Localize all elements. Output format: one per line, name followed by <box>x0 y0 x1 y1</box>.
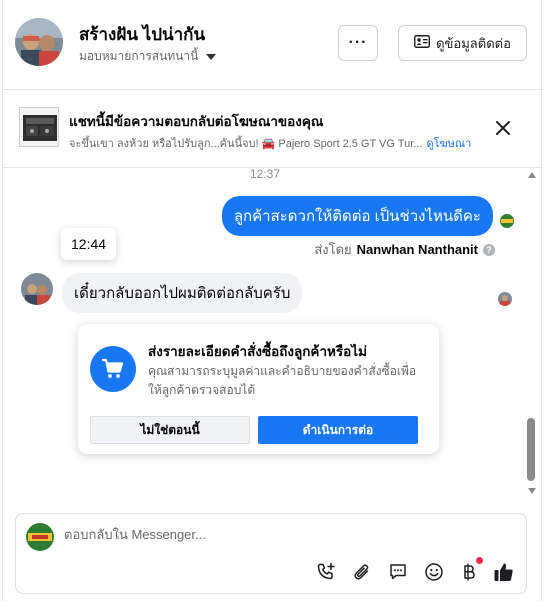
reply-input[interactable] <box>64 527 504 542</box>
view-contact-info-label: ดูข้อมูลติดต่อ <box>436 35 511 51</box>
scroll-thumb[interactable] <box>527 418 535 481</box>
saved-reply-icon[interactable] <box>387 561 409 583</box>
read-receipt-avatar <box>498 292 512 306</box>
sent-by-row: ส่งโดย Nanwhan Nanthanit ? <box>314 239 495 260</box>
cart-icon <box>90 346 136 392</box>
message-scrollbar[interactable] <box>525 168 539 500</box>
ad-banner-title: แชทนี้มีข้อความตอบกลับต่อโฆษณาของคุณ <box>69 114 324 129</box>
sender-avatar <box>500 214 514 228</box>
message-timestamp: 12:37 <box>249 167 281 181</box>
contact-avatar-small[interactable] <box>21 273 53 305</box>
notification-dot <box>476 557 483 564</box>
ad-thumbnail[interactable] <box>19 107 59 147</box>
message-list: 12:37 ลูกค้าสะดวกให้ติดต่อ เป็นช่วงไหนดี… <box>3 167 527 500</box>
ad-banner-subtitle-row: จะขึ้นเขา ลงห้วย หรือไปรับลูก...คันนี้จบ… <box>69 134 509 152</box>
view-contact-info-button[interactable]: ดูข้อมูลติดต่อ <box>398 25 527 61</box>
chevron-down-icon <box>206 53 217 60</box>
baht-icon[interactable] <box>458 561 480 583</box>
scroll-up-arrow-icon[interactable] <box>528 172 536 178</box>
view-ad-link[interactable]: ดูโฆษณา <box>426 134 471 152</box>
order-details-prompt-card: ส่งรายละเอียดคำสั่งซื้อถึงลูกค้าหรือไม่ … <box>78 324 439 454</box>
continue-button[interactable]: ดำเนินการต่อ <box>258 416 418 444</box>
scroll-down-arrow-icon[interactable] <box>528 488 536 494</box>
page-avatar <box>26 523 54 551</box>
time-tooltip: 12:44 <box>61 228 117 260</box>
assign-label: มอบหมายการสนทนานี้ <box>79 49 199 63</box>
thumbs-up-icon[interactable] <box>493 561 515 583</box>
emoji-icon[interactable] <box>423 561 445 583</box>
help-icon[interactable]: ? <box>483 243 495 256</box>
not-now-button[interactable]: ไม่ใช่ตอนนี้ <box>90 416 250 444</box>
sent-by-prefix: ส่งโดย <box>314 242 352 257</box>
ad-banner-subtitle: จะขึ้นเขา ลงห้วย หรือไปรับลูก...คันนี้จบ… <box>69 138 423 150</box>
message-composer <box>15 513 527 594</box>
conversation-panel: สร้างฝัน ไปน่ากัน มอบหมายการสนทนานี้ ···… <box>2 0 543 601</box>
sent-by-name: Nanwhan Nanthanit <box>356 242 478 257</box>
add-call-icon[interactable] <box>315 561 337 583</box>
assign-conversation-dropdown[interactable]: มอบหมายการสนทนานี้ <box>79 47 217 66</box>
outgoing-message[interactable]: ลูกค้าสะดวกให้ติดต่อ เป็นช่วงไหนดีคะ <box>221 196 493 236</box>
contact-name[interactable]: สร้างฝัน ไปน่ากัน <box>79 21 205 48</box>
more-options-button[interactable]: ··· <box>338 25 378 61</box>
contact-card-icon <box>414 35 431 51</box>
contact-avatar[interactable] <box>15 18 63 66</box>
order-card-title: ส่งรายละเอียดคำสั่งซื้อถึงลูกค้าหรือไม่ <box>148 344 367 359</box>
close-icon[interactable] <box>493 118 513 138</box>
incoming-message[interactable]: เดี๋ยวกลับออกไปผมติดต่อกลับครับ <box>62 273 303 313</box>
order-card-description: คุณสามารถระบุมูลค่าและคำอธิบายของคำสั่งซ… <box>148 364 417 397</box>
ad-reply-banner: แชทนี้มีข้อความตอบกลับต่อโฆษณาของคุณ จะข… <box>3 90 543 168</box>
conversation-header: สร้างฝัน ไปน่ากัน มอบหมายการสนทนานี้ ···… <box>3 0 543 90</box>
attachment-icon[interactable] <box>351 561 373 583</box>
